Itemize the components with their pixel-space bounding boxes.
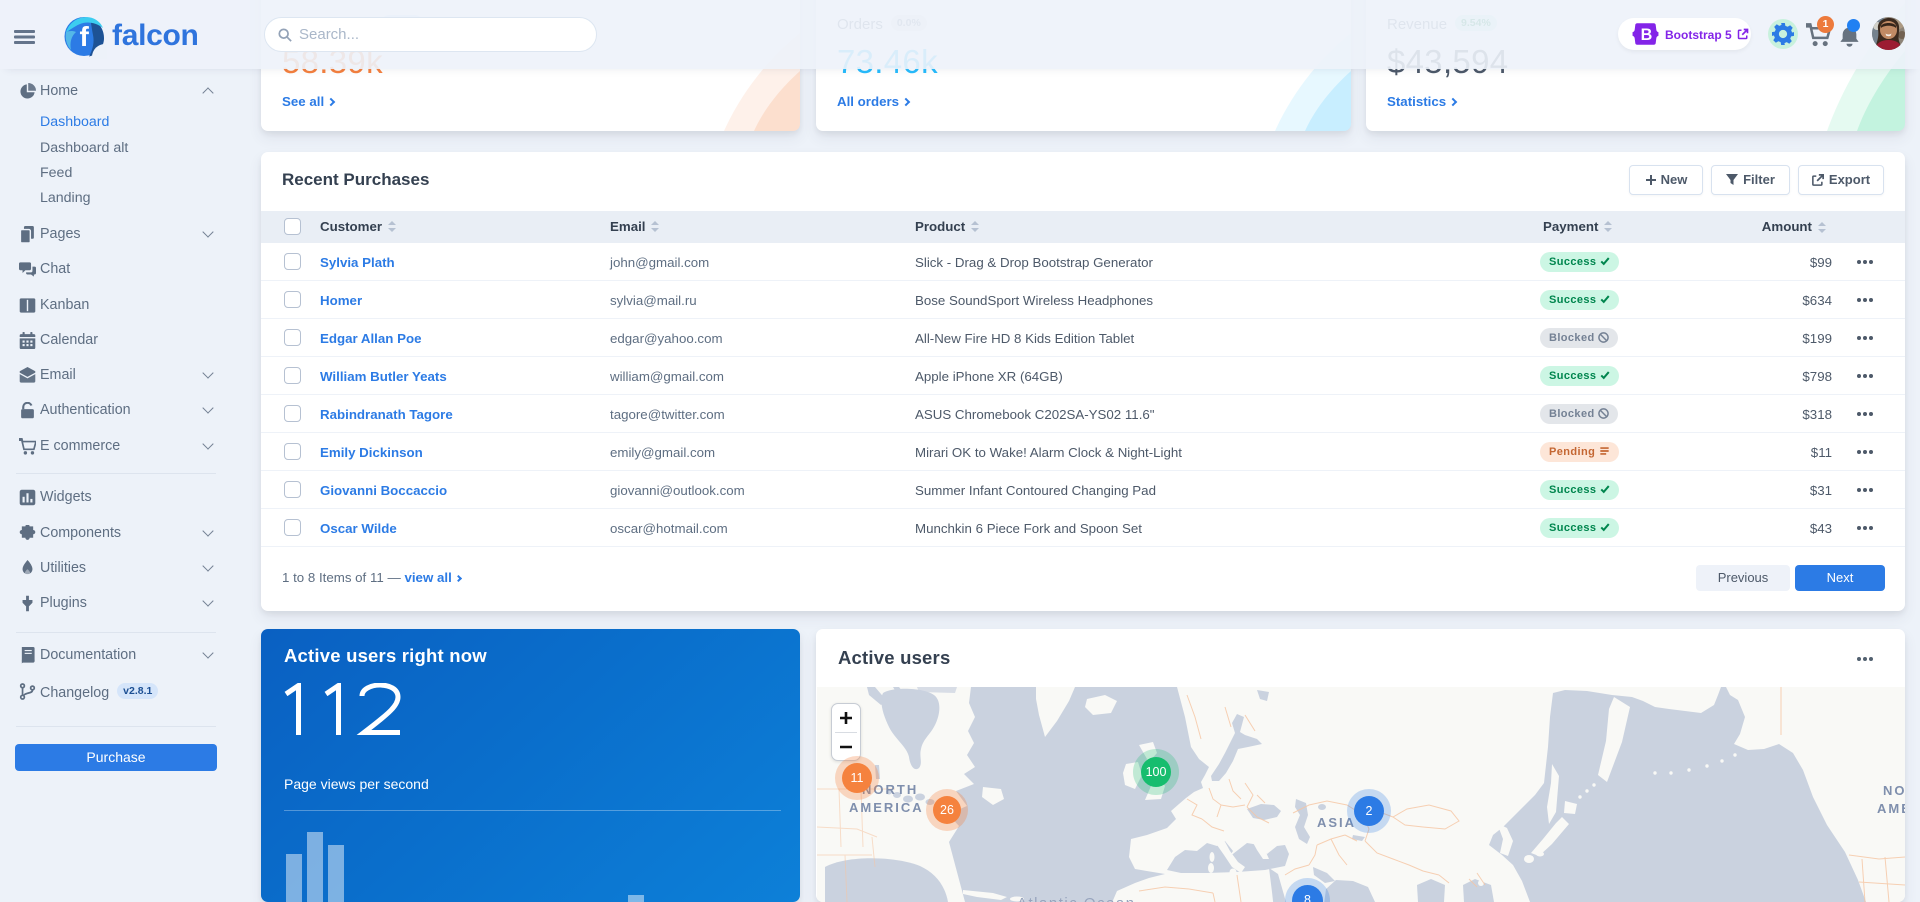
svg-text:AMERICA: AMERICA	[849, 800, 924, 815]
svg-text:AME: AME	[1877, 801, 1905, 816]
svg-text:B: B	[1641, 26, 1653, 44]
svg-text:ASIA: ASIA	[1317, 815, 1356, 830]
svg-text:f: f	[80, 21, 90, 52]
svg-text:Atlantic Ocean: Atlantic Ocean	[1017, 895, 1136, 902]
svg-text:NO: NO	[1883, 783, 1905, 798]
